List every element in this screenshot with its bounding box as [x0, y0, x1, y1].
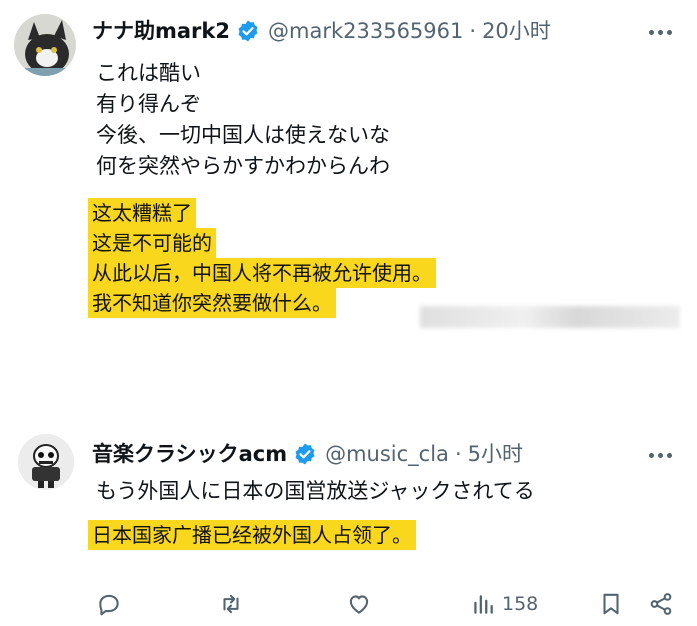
handle[interactable]: @music_cla [325, 440, 449, 468]
share-button[interactable] [648, 588, 674, 620]
timestamp[interactable]: 5小时 [468, 440, 523, 468]
bookmark-button[interactable] [598, 588, 624, 620]
text-line: 有り得んぞ [96, 92, 201, 116]
handle[interactable]: @mark233565961 [268, 17, 463, 45]
display-name[interactable]: 音楽クラシックacm [92, 440, 287, 468]
views-button[interactable]: 158 [470, 588, 538, 620]
timestamp[interactable]: 20小时 [482, 17, 551, 45]
heart-icon [349, 595, 369, 614]
translation-overlay: 这太糟糕了 这是不可能的 从此以后，中国人将不再被允许使用。 我不知道你突然要做… [88, 198, 436, 318]
separator: · [454, 442, 462, 466]
translation-overlay: 日本国家广播已经被外国人占领了。 [88, 520, 416, 550]
text-line: もう外国人に日本の国営放送ジャックされてる [96, 479, 535, 503]
views-count: 158 [502, 593, 539, 615]
translation-line: 这是不可能的 [88, 228, 216, 258]
share-icon [650, 593, 672, 615]
more-options-icon[interactable] [642, 22, 678, 42]
translation-line: 日本国家广播已经被外国人占领了。 [88, 520, 416, 550]
text-line: 何を突然やらかすかわからんわ [96, 154, 390, 178]
retweet-icon [223, 594, 239, 614]
text-line: 今後、一切中国人は使えないな [96, 123, 390, 147]
verified-badge-icon [236, 19, 260, 43]
tweet-action-bar: 158 [0, 588, 697, 620]
like-button[interactable] [346, 588, 372, 620]
separator: · [469, 19, 477, 43]
blurred-content [420, 306, 680, 328]
avatar[interactable] [18, 434, 74, 490]
translation-line: 我不知道你突然要做什么。 [88, 288, 336, 318]
more-options-icon[interactable] [642, 445, 678, 465]
tweet-1[interactable]: ナナ助mark2 @mark233565961 · 20小时 これは酷い 有り得… [0, 0, 697, 380]
reply-icon [99, 594, 119, 616]
text-line: これは酷い [96, 61, 201, 85]
bookmark-icon [603, 593, 619, 615]
tweet-text: もう外国人に日本の国営放送ジャックされてる [96, 476, 535, 507]
reply-button[interactable] [96, 588, 122, 620]
tweet-text: これは酷い 有り得んぞ 今後、一切中国人は使えないな 何を突然やらかすかわからん… [96, 58, 390, 182]
display-name[interactable]: ナナ助mark2 [92, 17, 230, 45]
avatar[interactable] [14, 14, 76, 76]
verified-badge-icon [293, 442, 317, 466]
views-icon [474, 595, 493, 614]
retweet-button[interactable] [218, 588, 244, 620]
translation-line: 从此以后，中国人将不再被允许使用。 [88, 258, 436, 288]
translation-line: 这太糟糕了 [88, 198, 196, 228]
